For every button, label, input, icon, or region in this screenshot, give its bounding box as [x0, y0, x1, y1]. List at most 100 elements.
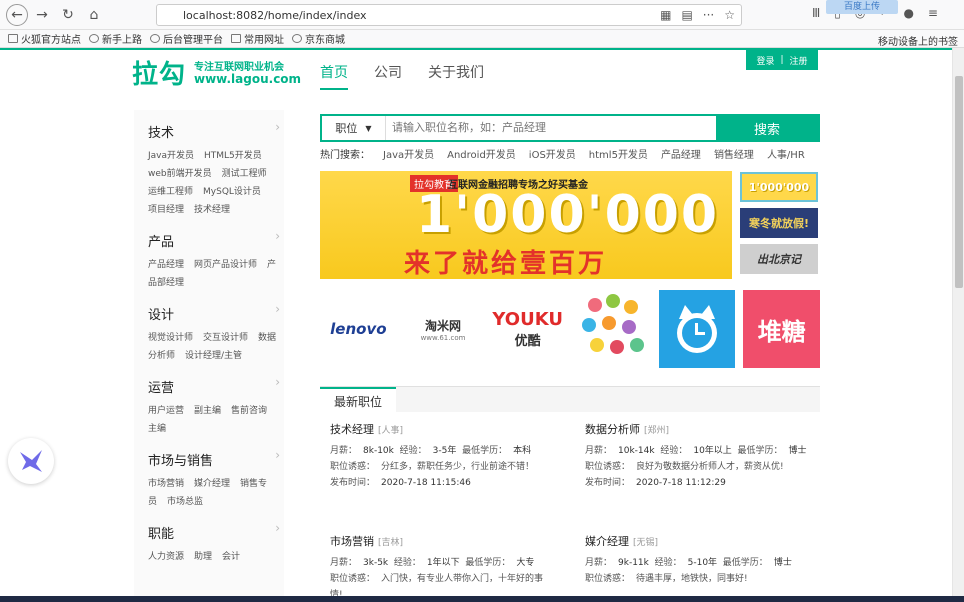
category-link[interactable]: web前端开发员: [148, 169, 212, 179]
category-title[interactable]: 职能 ›: [148, 521, 284, 542]
reader-icon[interactable]: ▤: [681, 8, 692, 22]
job-card[interactable]: 媒介经理 [无锡] 月薪： 9k-11k 经验： 5-10年 最低学历： 博士 职位诱惑…: [585, 534, 815, 587]
url-bar[interactable]: localhost:8082/home/index/index ▦ ▤ ··· …: [156, 4, 742, 26]
category-link[interactable]: 项目经理: [148, 205, 184, 215]
category-links: 产品经理 网页产品设计师 产品部经理: [148, 256, 278, 292]
taomi-logo[interactable]: 淘米网 www.61.com: [405, 290, 482, 368]
account-icon[interactable]: ●: [903, 6, 913, 20]
nav-company[interactable]: 公司: [374, 62, 402, 90]
category-link[interactable]: 产品经理: [148, 260, 184, 270]
category-link[interactable]: HTML5开发员: [204, 151, 262, 161]
bookmark-item[interactable]: 京东商城: [292, 31, 345, 46]
category-link[interactable]: 副主编: [194, 406, 221, 416]
category-link[interactable]: 网页产品设计师: [194, 260, 257, 270]
cat-clock-logo[interactable]: [658, 290, 736, 368]
banner-thumb[interactable]: 1'000'000: [740, 172, 818, 202]
hot-link[interactable]: 销售经理: [714, 146, 754, 161]
category-title[interactable]: 运营 ›: [148, 375, 284, 396]
register-link[interactable]: 注册: [790, 54, 808, 67]
banner-thumb[interactable]: 寒冬就放假!: [740, 208, 818, 238]
category-group: 设计 › 视觉设计师 交互设计师 数据分析师 设计经理/主管: [148, 302, 284, 365]
qr-icon[interactable]: ▦: [660, 8, 671, 22]
category-title[interactable]: 市场与销售 ›: [148, 448, 284, 469]
category-link[interactable]: 会计: [222, 552, 240, 562]
job-title[interactable]: 技术经理: [330, 423, 374, 436]
bookmark-star-icon[interactable]: ☆: [724, 8, 735, 22]
more-icon[interactable]: ···: [703, 8, 714, 22]
mobile-bookmarks[interactable]: 移动设备上的书签: [878, 33, 958, 48]
baidu-upload-badge[interactable]: 百度上传: [826, 0, 898, 14]
url-text: localhost:8082/home/index/index: [183, 8, 367, 22]
menu-icon[interactable]: ≡: [928, 6, 938, 20]
job-card[interactable]: 技术经理 [人事] 月薪： 8k-10k 经验： 3-5年 最低学历： 本科 职位诱惑：…: [330, 422, 560, 491]
logo[interactable]: 拉勾: [132, 54, 186, 91]
scrollbar-thumb[interactable]: [955, 76, 963, 288]
hot-link[interactable]: 产品经理: [661, 146, 701, 161]
forward-icon[interactable]: →: [30, 3, 54, 27]
chevron-right-icon: ›: [275, 448, 280, 462]
reload-icon[interactable]: ↻: [56, 3, 80, 27]
main-banner[interactable]: 拉勾教育 互联网金融招聘专场之好买基金 1'000'000 来了就给壹百万: [320, 171, 732, 279]
nav-home[interactable]: 首页: [320, 62, 348, 90]
category-link[interactable]: 媒介经理: [194, 479, 230, 489]
home-icon[interactable]: ⌂: [82, 3, 106, 27]
bookmark-item[interactable]: 后台管理平台: [150, 31, 223, 46]
job-title[interactable]: 媒介经理: [585, 535, 629, 548]
login-link[interactable]: 登录: [756, 54, 774, 67]
job-card[interactable]: 市场营销 [吉林] 月薪： 3k-5k 经验： 1年以下 最低学历： 大专 职位诱惑：入…: [330, 534, 560, 602]
search-button[interactable]: 搜索: [716, 116, 818, 140]
category-links: 视觉设计师 交互设计师 数据分析师 设计经理/主管: [148, 329, 278, 365]
chevron-right-icon: ›: [275, 302, 280, 316]
cat-clock-icon: [677, 305, 718, 353]
nav-about[interactable]: 关于我们: [428, 62, 484, 90]
job-title[interactable]: 市场营销: [330, 535, 374, 548]
globe-icon: [292, 34, 302, 43]
category-link[interactable]: 测试工程师: [222, 169, 267, 179]
tab-latest-jobs[interactable]: 最新职位: [320, 387, 396, 413]
hot-link[interactable]: iOS开发员: [529, 146, 576, 161]
tangtang-logo[interactable]: 堆糖: [743, 290, 821, 368]
category-link[interactable]: 视觉设计师: [148, 333, 193, 343]
category-link[interactable]: 交互设计师: [203, 333, 248, 343]
separator: |: [780, 55, 784, 65]
job-title[interactable]: 数据分析师: [585, 423, 640, 436]
category-link[interactable]: 用户运营: [148, 406, 184, 416]
category-link[interactable]: 运维工程师: [148, 187, 193, 197]
hot-link[interactable]: Java开发员: [383, 146, 434, 161]
bookmark-item[interactable]: 新手上路: [89, 31, 142, 46]
category-link[interactable]: 助理: [194, 552, 212, 562]
library-icon[interactable]: Ⅲ: [812, 6, 820, 20]
youku-logo[interactable]: YOUKU 优酷: [489, 290, 566, 368]
back-icon[interactable]: ←: [6, 3, 28, 26]
banner-slogan: 来了就给壹百万: [404, 249, 608, 279]
hot-link[interactable]: 人事/HR: [767, 146, 805, 161]
job-card[interactable]: 数据分析师 [郑州] 月薪： 10k-14k 经验： 10年以上 最低学历： 博士 职位…: [585, 422, 815, 491]
category-title[interactable]: 设计 ›: [148, 302, 284, 323]
category-link[interactable]: 人力资源: [148, 552, 184, 562]
banner-thumb[interactable]: 出北京记: [740, 244, 818, 274]
page-scrollbar[interactable]: [952, 48, 964, 602]
banner-amount: 1'000'000: [416, 185, 720, 245]
category-links: 人力资源 助理 会计: [148, 548, 278, 566]
category-link[interactable]: MySQL设计员: [203, 187, 261, 197]
category-link[interactable]: Java开发员: [148, 151, 194, 161]
category-link[interactable]: 售前咨询: [231, 406, 267, 416]
category-link[interactable]: 市场总监: [167, 497, 203, 507]
page: 拉勾 专注互联网职业机会 www.lagou.com 首页 公司 关于我们 登录…: [0, 48, 952, 602]
category-title[interactable]: 产品 ›: [148, 229, 284, 250]
search-input[interactable]: [386, 116, 716, 140]
colorful-dots-logo[interactable]: [574, 290, 651, 368]
floating-bird-button[interactable]: [8, 438, 54, 484]
login-register-box: 登录 | 注册: [746, 50, 818, 70]
category-link[interactable]: 技术经理: [194, 205, 230, 215]
category-link[interactable]: 设计经理/主管: [185, 351, 242, 361]
category-title[interactable]: 技术 ›: [148, 120, 284, 141]
bookmark-item[interactable]: 常用网址: [231, 31, 284, 46]
hot-link[interactable]: Android开发员: [447, 146, 516, 161]
hot-link[interactable]: html5开发员: [589, 146, 648, 161]
lenovo-logo[interactable]: lenovo: [320, 290, 397, 368]
bookmark-item[interactable]: 火狐官方站点: [8, 31, 81, 46]
category-link[interactable]: 主编: [148, 424, 166, 434]
search-type-select[interactable]: 职位 ▼: [322, 116, 386, 140]
category-link[interactable]: 市场营销: [148, 479, 184, 489]
